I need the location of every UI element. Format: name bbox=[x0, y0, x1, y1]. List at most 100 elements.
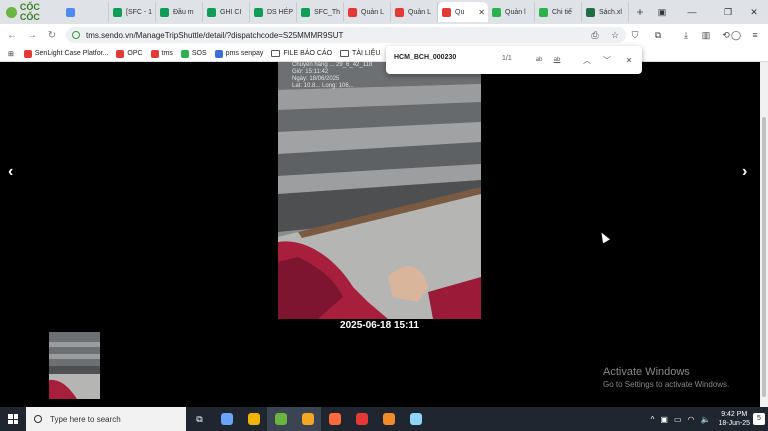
watermark-title: Activate Windows bbox=[603, 366, 690, 378]
taskbar-app[interactable] bbox=[294, 407, 321, 431]
start-button[interactable] bbox=[0, 407, 26, 431]
forward-icon[interactable]: → bbox=[24, 27, 40, 43]
network-icon[interactable]: ◠ bbox=[688, 415, 695, 424]
tab-label: Chi tiế bbox=[552, 8, 572, 16]
new-tab-button[interactable]: + bbox=[629, 5, 651, 19]
taskbar-app[interactable] bbox=[321, 407, 348, 431]
app-icon bbox=[382, 413, 395, 425]
tab-favicon-icon bbox=[395, 7, 404, 17]
browser-logo[interactable]: CỐC CỐC bbox=[0, 0, 62, 24]
bookmark-item[interactable]: pms senpay bbox=[214, 49, 263, 58]
shield-icon[interactable]: ⛉ bbox=[627, 27, 643, 43]
photo-caption: 2025-06-18 15:11 bbox=[340, 320, 419, 331]
app-icon bbox=[409, 413, 422, 425]
taskbar-app[interactable] bbox=[348, 407, 375, 431]
taskbar-search[interactable]: Type here to search bbox=[26, 407, 186, 431]
tab-label: Sách.xl bbox=[599, 8, 622, 16]
close-window-button[interactable]: ✕ bbox=[742, 0, 766, 24]
keyboard-icon[interactable]: ▭ bbox=[674, 415, 682, 424]
bookmark-item[interactable]: SOS bbox=[180, 49, 207, 58]
taskbar-app[interactable] bbox=[267, 407, 294, 431]
address-bar[interactable]: tms.sendo.vn/ManageTripShuttle/detail/?d… bbox=[66, 27, 626, 43]
bookmark-label: TÀI LIỆU bbox=[352, 50, 381, 57]
tab-search-icon[interactable]: ▣ bbox=[650, 0, 674, 24]
photo-thumbnail[interactable] bbox=[49, 332, 100, 399]
notification-icon[interactable]: 5 bbox=[753, 413, 765, 425]
download-icon[interactable]: ⤓ bbox=[678, 27, 694, 43]
volume-icon[interactable]: 🔈 bbox=[701, 415, 711, 424]
back-icon[interactable]: ← bbox=[4, 27, 20, 43]
chevron-down-icon[interactable]: ﹀ bbox=[600, 53, 614, 67]
taskbar-app[interactable] bbox=[375, 407, 402, 431]
apps-grid-icon[interactable]: ⊞ bbox=[8, 50, 14, 58]
tab-label: Qu bbox=[455, 8, 465, 16]
minimize-button[interactable]: — bbox=[680, 0, 704, 24]
browser-tab[interactable]: DS HÉP bbox=[250, 2, 297, 22]
bookmark-item[interactable]: tms bbox=[150, 49, 173, 58]
vertical-scrollbar[interactable] bbox=[760, 62, 768, 407]
taskbar-app[interactable] bbox=[213, 407, 240, 431]
browser-tab[interactable]: Quản L bbox=[344, 2, 391, 22]
stamp-line: Ngày: 18/06/2025 bbox=[292, 76, 340, 82]
bookmark-star-icon[interactable]: ☆ bbox=[607, 27, 623, 43]
restore-button[interactable]: ❐ bbox=[716, 0, 740, 24]
coccoc-icon bbox=[6, 6, 17, 18]
chevron-up-icon[interactable]: ^ bbox=[651, 415, 655, 424]
browser-tab[interactable]: Sách.xl bbox=[582, 2, 629, 22]
tab-favicon-icon bbox=[442, 7, 451, 17]
task-view-icon[interactable]: ⧉ bbox=[186, 407, 213, 431]
tray-app-icon[interactable]: ▣ bbox=[660, 415, 668, 424]
whole-word-toggle[interactable]: ab bbox=[550, 53, 564, 67]
tab-favicon-icon bbox=[207, 7, 216, 17]
extensions-icon[interactable]: ⧉ bbox=[650, 27, 666, 43]
browser-tab[interactable]: Quản L bbox=[391, 2, 438, 22]
bookmark-folder[interactable]: FILE BÁO CÁO bbox=[271, 50, 332, 57]
prev-arrow-icon[interactable]: ‹ bbox=[8, 163, 13, 181]
bookmark-folder[interactable]: TÀI LIỆU bbox=[340, 50, 380, 57]
taskbar-app[interactable] bbox=[240, 407, 267, 431]
browser-tab[interactable]: Qu ✕ bbox=[438, 2, 488, 22]
browser-tab[interactable] bbox=[62, 2, 109, 22]
browser-tab[interactable]: Chi tiế bbox=[535, 2, 582, 22]
bookmark-favicon-icon bbox=[214, 49, 223, 58]
bookmark-label: OPC bbox=[127, 50, 143, 57]
sidebar-icon[interactable]: ▥ bbox=[698, 27, 714, 43]
menu-icon[interactable]: ≡ bbox=[747, 27, 763, 43]
bookmark-favicon-icon bbox=[180, 49, 189, 58]
scrollbar-thumb[interactable] bbox=[762, 117, 766, 397]
taskbar-app[interactable] bbox=[402, 407, 429, 431]
close-tab-icon[interactable]: ✕ bbox=[478, 8, 485, 17]
profile-icon[interactable]: ◯ bbox=[728, 27, 744, 43]
tab-label: GHI CI bbox=[220, 8, 242, 16]
bookmark-item[interactable]: OPC bbox=[116, 49, 143, 58]
reload-icon[interactable]: ↻ bbox=[44, 27, 60, 43]
tab-label: [SFC - 1 bbox=[126, 8, 153, 16]
chevron-up-icon[interactable]: ︿ bbox=[580, 53, 594, 67]
watermark-subtitle: Go to Settings to activate Windows. bbox=[603, 380, 730, 389]
find-count: 1/1 bbox=[502, 55, 512, 62]
photo-stamp: Chuyến hàng ... 29_6_42_118 Giờ: 15:11:42… bbox=[292, 62, 372, 90]
app-icon bbox=[301, 413, 314, 425]
trip-photo bbox=[278, 62, 481, 319]
browser-tab[interactable]: Đầu m bbox=[156, 2, 203, 22]
browser-tab[interactable]: GHI CI bbox=[203, 2, 250, 22]
clock-date: 18-Jun-25 bbox=[718, 420, 750, 427]
browser-tab[interactable]: SFC_Th bbox=[297, 2, 344, 22]
next-arrow-icon[interactable]: › bbox=[742, 163, 747, 181]
browser-tab[interactable]: Quản l bbox=[488, 2, 535, 22]
find-input[interactable] bbox=[394, 54, 494, 61]
search-icon bbox=[34, 415, 42, 423]
app-icon bbox=[220, 413, 233, 425]
browser-tab[interactable]: [SFC - 1 bbox=[109, 2, 156, 22]
bookmark-item[interactable]: SenLight Case Platfor... bbox=[23, 49, 108, 58]
tab-label: Quản L bbox=[361, 8, 384, 16]
tab-label: Quản l bbox=[505, 8, 526, 16]
tab-favicon-icon bbox=[66, 7, 75, 17]
folder-icon bbox=[271, 50, 281, 57]
match-case-toggle[interactable]: ab bbox=[532, 53, 546, 67]
page-action-icon[interactable]: ⎙ bbox=[587, 27, 603, 43]
stamp-line: Chuyến hàng ... 29_6_42_118 bbox=[292, 62, 373, 68]
close-icon[interactable]: ✕ bbox=[622, 53, 636, 67]
site-info-icon[interactable] bbox=[72, 31, 80, 39]
clock[interactable]: 9:42 PM 18-Jun-25 bbox=[718, 410, 750, 428]
